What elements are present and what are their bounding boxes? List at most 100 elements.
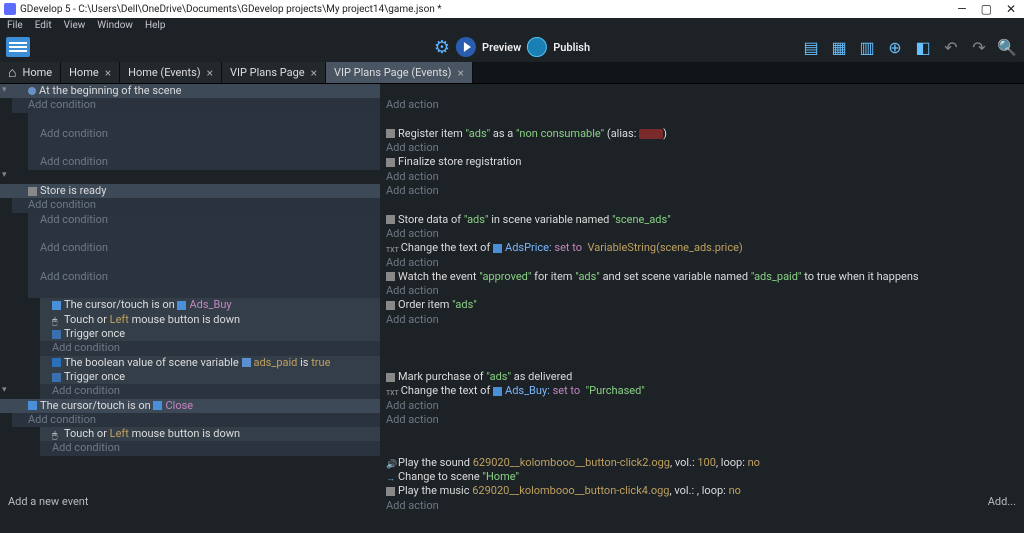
add-action[interactable]: Add action bbox=[382, 141, 1024, 155]
action-row[interactable]: ᴛxᴛ Change the text of Ads_Buy: set to "… bbox=[382, 384, 1024, 398]
tab-home[interactable]: Home× bbox=[61, 62, 120, 83]
event-header[interactable]: At the beginning of the scene bbox=[0, 84, 380, 98]
trigger-icon bbox=[52, 330, 61, 339]
action-row[interactable]: Register item "ads" as a "non consumable… bbox=[382, 127, 1024, 141]
add-condition[interactable]: Add condition bbox=[12, 98, 380, 112]
spacer bbox=[382, 327, 1024, 341]
collapse-icon[interactable]: ▾ bbox=[2, 170, 7, 180]
menu-edit[interactable]: Edit bbox=[30, 20, 57, 31]
add-condition[interactable]: Add condition bbox=[40, 441, 380, 455]
spacer bbox=[382, 441, 1024, 455]
event-header[interactable]: Store is ready bbox=[0, 184, 380, 198]
add-condition[interactable]: Add condition bbox=[40, 384, 380, 398]
add-action[interactable]: Add action bbox=[382, 413, 1024, 427]
action-row[interactable]: Watch the event "approved" for item "ads… bbox=[382, 270, 1024, 284]
spacer bbox=[382, 84, 1024, 98]
tab-label: Home bbox=[22, 66, 52, 79]
add-condition[interactable]: Add condition bbox=[12, 198, 380, 212]
add-object-icon[interactable]: ▦ bbox=[828, 36, 850, 58]
preview-button[interactable] bbox=[456, 37, 476, 57]
conditions-column: ▾ At the beginning of the scene Add cond… bbox=[0, 84, 380, 495]
add-condition[interactable]: Add condition bbox=[40, 341, 380, 355]
maximize-button[interactable]: ▢ bbox=[981, 2, 992, 16]
action-row[interactable]: ᴛxᴛ Change the text of AdsPrice: set to … bbox=[382, 241, 1024, 255]
add-menu[interactable]: Add... bbox=[988, 495, 1016, 509]
condition-row[interactable]: Trigger once bbox=[40, 327, 380, 341]
condition-row[interactable]: 🖱Touch or Left mouse button is down bbox=[40, 427, 380, 441]
preview-label[interactable]: Preview bbox=[482, 41, 521, 54]
collapse-icon[interactable]: ▾ bbox=[2, 85, 7, 95]
tab-close-icon[interactable]: × bbox=[458, 66, 464, 80]
text-icon: ᴛxᴛ bbox=[386, 243, 396, 253]
window-title: GDevelop 5 - C:\Users\Dell\OneDrive\Docu… bbox=[20, 4, 442, 15]
add-scene-icon[interactable]: ▤ bbox=[800, 36, 822, 58]
spacer bbox=[28, 227, 380, 241]
action-row[interactable]: Mark purchase of "ads" as delivered bbox=[382, 370, 1024, 384]
menu-view[interactable]: View bbox=[59, 20, 91, 31]
add-action[interactable]: Add action bbox=[382, 184, 1024, 198]
add-condition[interactable]: Add condition bbox=[28, 155, 380, 169]
action-icon bbox=[386, 129, 395, 138]
spacer bbox=[382, 113, 1024, 127]
tab-close-icon[interactable]: × bbox=[311, 66, 317, 80]
variable-icon bbox=[52, 358, 61, 367]
add-condition[interactable]: Add condition bbox=[28, 127, 380, 141]
add-action[interactable]: Add action bbox=[382, 313, 1024, 327]
action-row[interactable]: Finalize store registration bbox=[382, 155, 1024, 169]
undo-icon[interactable]: ↶ bbox=[940, 36, 962, 58]
arrow-icon: → bbox=[386, 472, 396, 482]
collapse-icon[interactable]: ▾ bbox=[2, 385, 7, 395]
tab-close-icon[interactable]: × bbox=[207, 66, 213, 80]
debug-icon[interactable]: ⚙ bbox=[434, 37, 450, 58]
condition-row[interactable]: 🖱Touch or Left mouse button is down bbox=[40, 313, 380, 327]
search-icon[interactable]: 🔍 bbox=[996, 36, 1018, 58]
tab-label: VIP Plans Page bbox=[230, 66, 305, 79]
event-header[interactable]: The cursor/touch is on Close bbox=[0, 399, 380, 413]
menu-window[interactable]: Window bbox=[92, 20, 138, 31]
minimize-button[interactable]: — bbox=[957, 2, 966, 16]
tab-close-icon[interactable]: × bbox=[105, 66, 111, 80]
add-action[interactable]: Add action bbox=[382, 256, 1024, 270]
close-button[interactable]: ✕ bbox=[1006, 2, 1016, 16]
actions-column: Add action Register item "ads" as a "non… bbox=[382, 84, 1024, 495]
condition-row[interactable]: Trigger once bbox=[40, 370, 380, 384]
add-action[interactable]: Add action bbox=[382, 227, 1024, 241]
menu-file[interactable]: File bbox=[2, 20, 28, 31]
add-condition[interactable]: Add condition bbox=[28, 213, 380, 227]
object-icon bbox=[153, 401, 162, 410]
tab-vip-plans-events[interactable]: VIP Plans Page (Events) × bbox=[326, 62, 473, 83]
redo-icon[interactable]: ↷ bbox=[968, 36, 990, 58]
add-action[interactable]: Add action bbox=[382, 399, 1024, 413]
toolbar: ⚙ Preview Publish ▤ ▦ ▥ ⊕ ◧ ↶ ↷ 🔍 bbox=[0, 32, 1024, 62]
add-comment-icon[interactable]: ▥ bbox=[856, 36, 878, 58]
menu-hamburger-button[interactable] bbox=[6, 37, 30, 57]
event-sheet: ▾ At the beginning of the scene Add cond… bbox=[0, 84, 1024, 533]
spacer bbox=[382, 341, 1024, 355]
tab-home-events[interactable]: Home (Events)× bbox=[120, 62, 222, 83]
add-new-event[interactable]: Add a new event bbox=[8, 495, 88, 509]
condition-row[interactable]: The cursor/touch is on Ads_Buy bbox=[40, 298, 380, 312]
action-row[interactable]: Store data of "ads" in scene variable na… bbox=[382, 213, 1024, 227]
add-event-icon[interactable]: ⊕ bbox=[884, 36, 906, 58]
menubar: File Edit View Window Help bbox=[0, 18, 1024, 32]
action-row[interactable]: →Change to scene "Home" bbox=[382, 470, 1024, 484]
condition-row[interactable]: The boolean value of scene variable ads_… bbox=[40, 356, 380, 370]
publish-label[interactable]: Publish bbox=[553, 41, 590, 54]
action-row[interactable]: Order item "ads" bbox=[382, 298, 1024, 312]
tab-home-icon[interactable]: Home bbox=[0, 62, 61, 83]
open-panel-icon[interactable]: ◧ bbox=[912, 36, 934, 58]
tab-label: VIP Plans Page (Events) bbox=[334, 66, 452, 79]
add-condition[interactable]: Add condition bbox=[28, 270, 380, 284]
add-condition[interactable]: Add condition bbox=[28, 241, 380, 255]
add-action[interactable]: Add action bbox=[382, 284, 1024, 298]
tab-bar: Home Home× Home (Events)× VIP Plans Page… bbox=[0, 62, 1024, 84]
add-action[interactable]: Add action bbox=[382, 98, 1024, 112]
add-condition[interactable]: Add condition bbox=[12, 413, 380, 427]
action-row[interactable]: 🔊Play the sound 629020__kolombooo__butto… bbox=[382, 456, 1024, 470]
publish-icon[interactable] bbox=[527, 37, 547, 57]
menu-help[interactable]: Help bbox=[140, 20, 170, 31]
spacer bbox=[28, 256, 380, 270]
var-icon bbox=[242, 358, 251, 367]
tab-vip-plans[interactable]: VIP Plans Page × bbox=[222, 62, 326, 83]
add-action[interactable]: Add action bbox=[382, 170, 1024, 184]
